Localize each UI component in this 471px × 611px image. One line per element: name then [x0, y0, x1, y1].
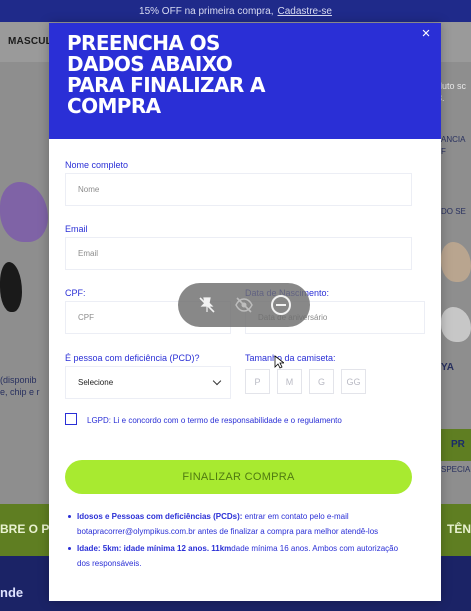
background-tab-label: ANCIA F — [441, 135, 466, 156]
email-label: Email — [65, 224, 88, 234]
email-field[interactable]: Email — [65, 237, 412, 270]
background-green-text: TÊN — [447, 522, 471, 536]
background-product-note: duto sc 3. — [437, 81, 467, 103]
eye-off-icon[interactable] — [233, 294, 255, 316]
signup-link[interactable]: Cadastre-se — [278, 6, 332, 17]
background-green-text: BRE O P — [0, 522, 50, 536]
finalize-purchase-button[interactable]: FINALIZAR COMPRA — [65, 460, 412, 494]
background-buy-button: PR — [441, 429, 471, 461]
chevron-down-icon — [212, 376, 222, 386]
shoe-image — [441, 242, 471, 282]
size-option-m[interactable]: M — [277, 369, 302, 394]
pcd-select[interactable]: Selecione — [65, 366, 231, 399]
background-section-label: DO SE — [441, 207, 466, 216]
size-option-p[interactable]: P — [245, 369, 270, 394]
pcd-label: É pessoa com deficiência (PCD)? — [65, 353, 200, 363]
modal-header: PREENCHA OS DADOS ABAIXO PARA FINALIZAR … — [49, 23, 441, 139]
background-label: YA — [441, 362, 454, 373]
promo-bar: 15% OFF na primeira compra, Cadastre-se — [0, 0, 471, 22]
size-option-g[interactable]: G — [309, 369, 334, 394]
close-button[interactable]: × — [417, 25, 435, 43]
shoe-image — [0, 182, 48, 242]
lgpd-label: LGPD: Li e concordo com o termo de respo… — [87, 416, 342, 425]
minus-circle-icon[interactable] — [270, 294, 292, 316]
shoe-image — [441, 307, 471, 342]
size-option-gg[interactable]: GG — [341, 369, 366, 394]
list-item: Idade: 5km: idade mínima 12 anos. 11kmda… — [67, 541, 412, 571]
info-notes: Idosos e Pessoas com deficiências (PCDs)… — [67, 509, 412, 573]
cpf-label: CPF: — [65, 288, 86, 298]
background-product-text: (disponib e, chip e r — [0, 375, 40, 397]
name-label: Nome completo — [65, 160, 129, 170]
shirt-size-label: Tamanho da camiseta: — [245, 353, 336, 363]
background-footer-text: nde — [0, 585, 24, 600]
background-special-label: SPECIA — [441, 465, 471, 474]
name-field[interactable]: Nome — [65, 173, 412, 206]
pcd-select-value: Selecione — [78, 378, 114, 387]
lgpd-checkbox[interactable] — [65, 413, 77, 425]
mouse-cursor-icon — [274, 355, 286, 369]
nav-category-masculino: MASCULI — [8, 36, 55, 47]
shoe-image — [0, 262, 22, 312]
pin-off-icon[interactable] — [196, 294, 218, 316]
modal-title: PREENCHA OS DADOS ABAIXO PARA FINALIZAR … — [67, 31, 265, 118]
list-item: Idosos e Pessoas com deficiências (PCDs)… — [67, 509, 412, 539]
promo-text: 15% OFF na primeira compra, — [139, 5, 274, 17]
floating-toolbar — [178, 283, 310, 327]
